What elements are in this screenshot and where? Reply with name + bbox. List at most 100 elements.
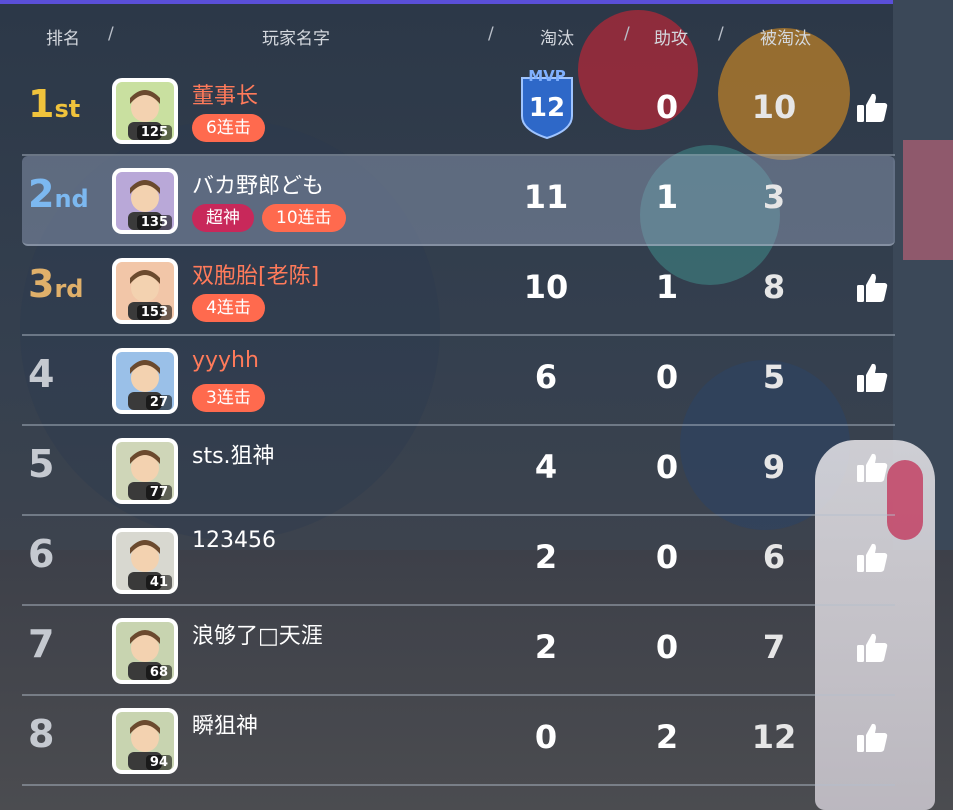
rank-number: 5 xyxy=(28,442,55,486)
kills-count: 10 xyxy=(523,268,569,306)
eliminated-count: 9 xyxy=(762,448,786,486)
player-row[interactable]: 5 77 sts.狙神 4 0 9 xyxy=(22,426,895,516)
streak-badge: 4连击 xyxy=(192,294,265,322)
player-avatar[interactable]: 125 xyxy=(112,78,178,144)
header-eliminated: 被淘汰 xyxy=(760,29,811,49)
player-row[interactable]: 4 27 yyyhh 3连击 6 0 5 xyxy=(22,336,895,426)
avatar-image: 41 xyxy=(116,532,174,590)
thumbs-up-icon[interactable] xyxy=(854,450,890,486)
player-avatar[interactable]: 135 xyxy=(112,168,178,234)
rank-number: 7 xyxy=(28,622,55,666)
header-player-name: 玩家名字 xyxy=(262,29,330,49)
mvp-badge: MVP 12 xyxy=(518,67,576,140)
streak-badge: 10连击 xyxy=(262,204,346,232)
rank-number: 1 xyxy=(28,82,55,126)
eliminated-count: 6 xyxy=(762,538,786,576)
player-avatar[interactable]: 27 xyxy=(112,348,178,414)
eliminated-count: 12 xyxy=(751,718,797,756)
player-row[interactable]: 1st 125 董事长 6连击 MVP 12 0 10 xyxy=(22,66,895,156)
rank-number: 2 xyxy=(28,172,55,216)
assists-count: 0 xyxy=(655,358,679,396)
player-row[interactable]: 3rd 153 双胞胎[老陈] 4连击 10 1 8 xyxy=(22,246,895,336)
eliminated-count: 8 xyxy=(762,268,786,306)
thumbs-up-icon[interactable] xyxy=(854,360,890,396)
kills-count: 11 xyxy=(523,178,569,216)
player-level: 41 xyxy=(145,575,172,590)
player-level: 125 xyxy=(136,125,172,140)
player-avatar[interactable]: 153 xyxy=(112,258,178,324)
avatar-image: 94 xyxy=(116,712,174,770)
rank-label: 4 xyxy=(28,352,108,408)
player-name: 董事长 xyxy=(192,84,259,109)
player-tags: 4连击 xyxy=(192,294,265,322)
streak-badge: 3连击 xyxy=(192,384,265,412)
streak-badge: 6连击 xyxy=(192,114,265,142)
rank-number: 8 xyxy=(28,712,55,756)
scoreboard-header: 排名 / 玩家名字 / 淘汰 / 助攻 / 被淘汰 xyxy=(22,18,895,54)
header-separator: / xyxy=(624,24,630,44)
assists-count: 1 xyxy=(655,178,679,216)
eliminated-count: 10 xyxy=(751,88,797,126)
player-name: 双胞胎[老陈] xyxy=(192,264,320,289)
thumbs-up-icon[interactable] xyxy=(854,270,890,306)
kills-count: 0 xyxy=(534,718,558,756)
player-row[interactable]: 7 68 浪够了□天涯 2 0 7 xyxy=(22,606,895,696)
rank-label: 8 xyxy=(28,712,108,768)
thumbs-up-icon[interactable] xyxy=(854,90,890,126)
thumbs-up-icon[interactable] xyxy=(854,720,890,756)
avatar-image: 125 xyxy=(116,82,174,140)
background-sign xyxy=(903,140,953,260)
player-level: 68 xyxy=(145,665,172,680)
assists-count: 0 xyxy=(655,628,679,666)
kills-count: 4 xyxy=(534,448,558,486)
assists-count: 0 xyxy=(655,448,679,486)
player-avatar[interactable]: 68 xyxy=(112,618,178,684)
eliminated-count: 3 xyxy=(762,178,786,216)
rank-label: 3rd xyxy=(28,262,108,318)
player-avatar[interactable]: 41 xyxy=(112,528,178,594)
rank-number: 3 xyxy=(28,262,55,306)
rank-label: 1st xyxy=(28,82,108,138)
eliminated-count: 5 xyxy=(762,358,786,396)
avatar-image: 77 xyxy=(116,442,174,500)
player-level: 77 xyxy=(145,485,172,500)
rank-label: 6 xyxy=(28,532,108,588)
svg-text:12: 12 xyxy=(529,93,565,123)
avatar-image: 27 xyxy=(116,352,174,410)
thumbs-up-icon[interactable] xyxy=(854,630,890,666)
rank-number: 4 xyxy=(28,352,55,396)
assists-count: 1 xyxy=(655,268,679,306)
header-separator: / xyxy=(108,24,114,44)
player-row[interactable]: 6 41 123456 2 0 6 xyxy=(22,516,895,606)
svg-text:MVP: MVP xyxy=(528,70,566,85)
avatar-image: 68 xyxy=(116,622,174,680)
player-name: sts.狙神 xyxy=(192,444,275,469)
player-row[interactable]: 2nd 135 バカ野郎ども 超神 10连击 11 1 3 xyxy=(22,156,895,246)
player-avatar[interactable]: 94 xyxy=(112,708,178,774)
rank-number: 6 xyxy=(28,532,55,576)
assists-count: 0 xyxy=(655,88,679,126)
player-row[interactable]: 8 94 瞬狙神 0 2 12 xyxy=(22,696,895,786)
player-name: バカ野郎ども xyxy=(192,174,325,199)
assists-count: 2 xyxy=(655,718,679,756)
player-avatar[interactable]: 77 xyxy=(112,438,178,504)
rank-suffix: st xyxy=(54,95,81,123)
player-tags: 3连击 xyxy=(192,384,265,412)
assists-count: 0 xyxy=(655,538,679,576)
kills-count: 6 xyxy=(534,358,558,396)
player-level: 153 xyxy=(136,305,172,320)
player-name: 瞬狙神 xyxy=(192,714,259,739)
player-level: 27 xyxy=(145,395,172,410)
rank-label: 7 xyxy=(28,622,108,678)
kills-count: 2 xyxy=(534,538,558,576)
header-separator: / xyxy=(488,24,494,44)
top-accent-bar xyxy=(0,0,953,4)
header-separator: / xyxy=(718,24,724,44)
header-rank: 排名 xyxy=(46,29,80,49)
header-kills: 淘汰 xyxy=(540,29,574,49)
rank-suffix: nd xyxy=(54,185,89,213)
player-level: 94 xyxy=(145,755,172,770)
thumbs-up-icon[interactable] xyxy=(854,540,890,576)
kills-count: 2 xyxy=(534,628,558,666)
header-assists: 助攻 xyxy=(654,29,688,49)
